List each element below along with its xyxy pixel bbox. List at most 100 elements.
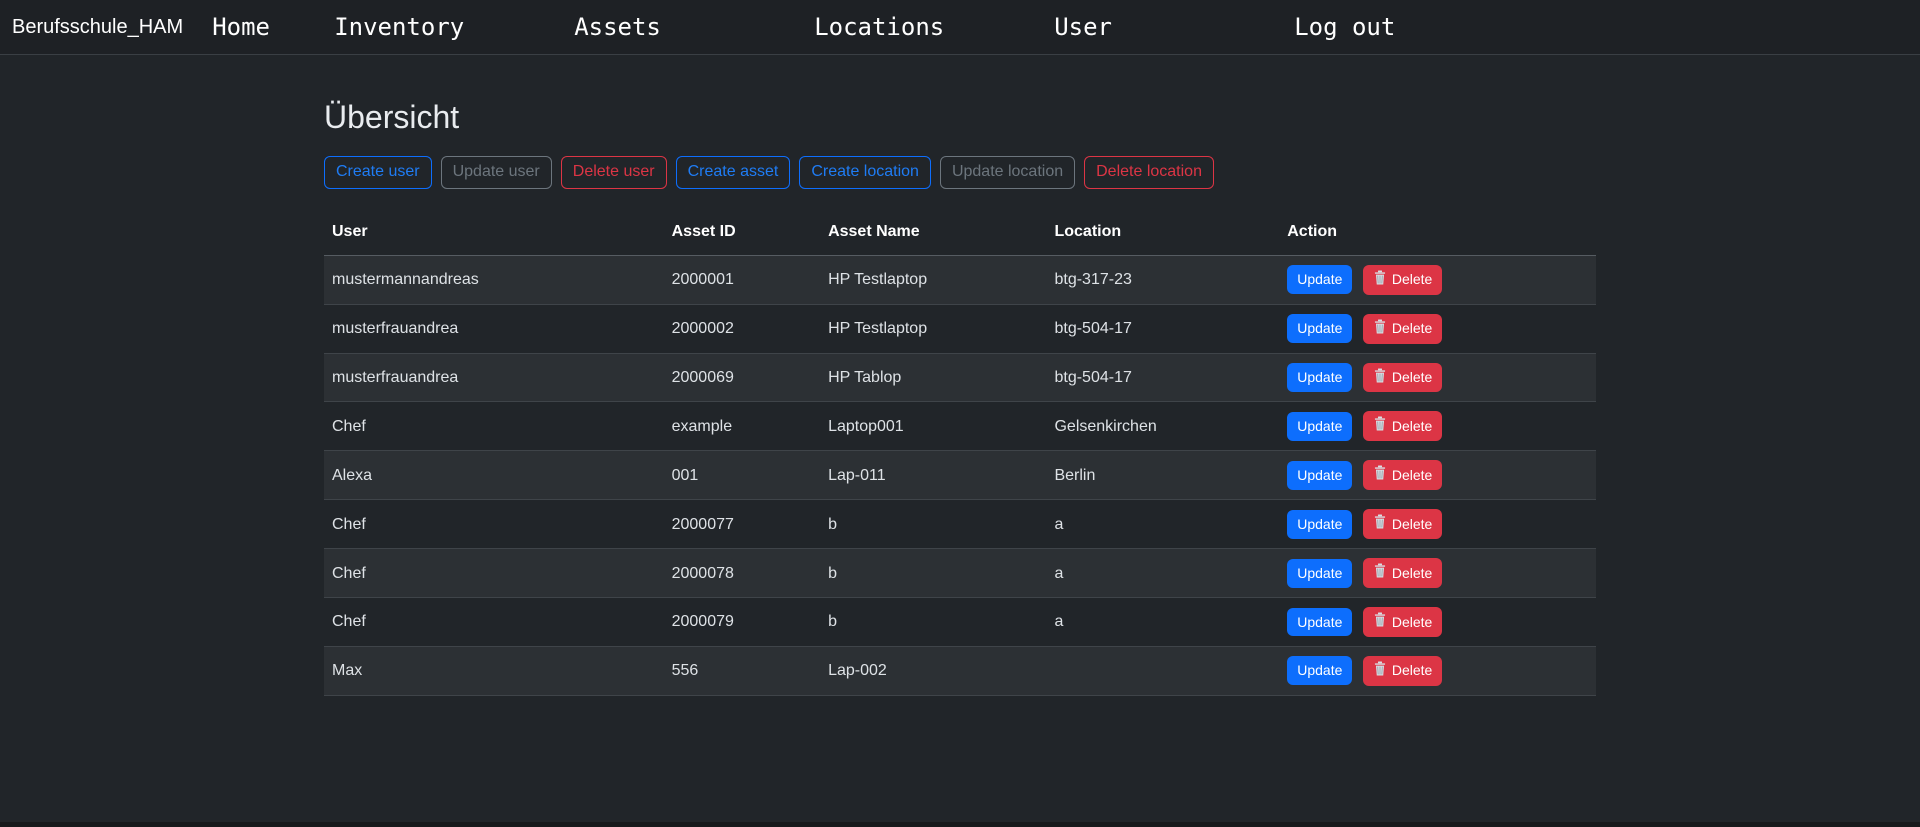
cell-user: Chef bbox=[324, 500, 664, 549]
column-header-asset-name: Asset Name bbox=[820, 215, 1046, 256]
table-row: musterfrauandrea 2000069 HP Tablop btg-5… bbox=[324, 353, 1596, 402]
delete-button[interactable]: Delete bbox=[1363, 607, 1442, 637]
nav-item-assets: Assets bbox=[574, 13, 814, 41]
table-row: Chef 2000078 b a Update Delete bbox=[324, 549, 1596, 598]
table-header-row: User Asset ID Asset Name Location Action bbox=[324, 215, 1596, 256]
create-asset-button[interactable]: Create asset bbox=[676, 156, 791, 189]
cell-action: Update Delete bbox=[1279, 646, 1596, 695]
cell-location: a bbox=[1046, 549, 1279, 598]
nav-link-log-out[interactable]: Log out bbox=[1294, 13, 1395, 41]
cell-asset-id: 2000078 bbox=[664, 549, 820, 598]
trash-icon bbox=[1373, 612, 1387, 632]
delete-button[interactable]: Delete bbox=[1363, 558, 1442, 588]
create-user-button[interactable]: Create user bbox=[324, 156, 432, 189]
nav-link-home[interactable]: Home bbox=[212, 13, 270, 41]
cell-action: Update Delete bbox=[1279, 304, 1596, 353]
toolbar: Create user Update user Delete user Create … bbox=[324, 156, 1596, 189]
navbar-brand[interactable]: Berufsschule_HAM bbox=[12, 16, 183, 39]
delete-location-button[interactable]: Delete location bbox=[1084, 156, 1214, 189]
trash-icon bbox=[1373, 368, 1387, 388]
delete-button[interactable]: Delete bbox=[1363, 411, 1442, 441]
delete-button[interactable]: Delete bbox=[1363, 363, 1442, 393]
cell-action: Update Delete bbox=[1279, 402, 1596, 451]
delete-button-label: Delete bbox=[1392, 466, 1432, 485]
delete-button[interactable]: Delete bbox=[1363, 460, 1442, 490]
cell-action: Update Delete bbox=[1279, 451, 1596, 500]
cell-asset-name: HP Testlaptop bbox=[820, 255, 1046, 304]
delete-button-label: Delete bbox=[1392, 368, 1432, 387]
column-header-asset-id: Asset ID bbox=[664, 215, 820, 256]
delete-button-label: Delete bbox=[1392, 417, 1432, 436]
delete-button[interactable]: Delete bbox=[1363, 656, 1442, 686]
nav-item-home: Home bbox=[212, 13, 334, 41]
cell-action: Update Delete bbox=[1279, 255, 1596, 304]
update-button[interactable]: Update bbox=[1287, 412, 1352, 441]
update-button[interactable]: Update bbox=[1287, 608, 1352, 637]
nav-link-assets[interactable]: Assets bbox=[574, 13, 661, 41]
create-location-button[interactable]: Create location bbox=[799, 156, 931, 189]
delete-button[interactable]: Delete bbox=[1363, 265, 1442, 295]
update-button[interactable]: Update bbox=[1287, 363, 1352, 392]
update-user-button[interactable]: Update user bbox=[441, 156, 552, 189]
cell-location: btg-504-17 bbox=[1046, 353, 1279, 402]
cell-user: Chef bbox=[324, 549, 664, 598]
delete-user-button[interactable]: Delete user bbox=[561, 156, 667, 189]
nav-list: Home Inventory Assets Locations User Log… bbox=[212, 13, 1534, 41]
cell-asset-name: Lap-002 bbox=[820, 646, 1046, 695]
page-title: Übersicht bbox=[324, 55, 1596, 136]
nav-link-locations[interactable]: Locations bbox=[814, 13, 944, 41]
column-header-action: Action bbox=[1279, 215, 1596, 256]
nav-item-log-out: Log out bbox=[1294, 13, 1534, 41]
update-button[interactable]: Update bbox=[1287, 656, 1352, 685]
cell-user: Chef bbox=[324, 598, 664, 647]
update-button[interactable]: Update bbox=[1287, 461, 1352, 490]
cell-action: Update Delete bbox=[1279, 353, 1596, 402]
delete-button-label: Delete bbox=[1392, 661, 1432, 680]
delete-button[interactable]: Delete bbox=[1363, 509, 1442, 539]
nav-item-locations: Locations bbox=[814, 13, 1054, 41]
trash-icon bbox=[1373, 270, 1387, 290]
nav-item-inventory: Inventory bbox=[334, 13, 574, 41]
main-content: Übersicht Create user Update user Delete u… bbox=[324, 55, 1596, 696]
cell-asset-name: HP Tablop bbox=[820, 353, 1046, 402]
trash-icon bbox=[1373, 563, 1387, 583]
nav-link-user[interactable]: User bbox=[1054, 13, 1112, 41]
cell-asset-name: HP Testlaptop bbox=[820, 304, 1046, 353]
cell-user: mustermannandreas bbox=[324, 255, 664, 304]
cell-user: Alexa bbox=[324, 451, 664, 500]
cell-location: Gelsenkirchen bbox=[1046, 402, 1279, 451]
trash-icon bbox=[1373, 465, 1387, 485]
cell-location: a bbox=[1046, 500, 1279, 549]
cell-asset-id: 2000079 bbox=[664, 598, 820, 647]
cell-location: Berlin bbox=[1046, 451, 1279, 500]
table-row: Chef 2000077 b a Update Delete bbox=[324, 500, 1596, 549]
delete-button-label: Delete bbox=[1392, 270, 1432, 289]
navbar: Berufsschule_HAM Home Inventory Assets L… bbox=[0, 0, 1920, 55]
cell-action: Update Delete bbox=[1279, 549, 1596, 598]
cell-asset-name: b bbox=[820, 549, 1046, 598]
delete-button-label: Delete bbox=[1392, 319, 1432, 338]
cell-location bbox=[1046, 646, 1279, 695]
delete-button-label: Delete bbox=[1392, 564, 1432, 583]
nav-link-inventory[interactable]: Inventory bbox=[334, 13, 464, 41]
cell-asset-id: 2000069 bbox=[664, 353, 820, 402]
column-header-location: Location bbox=[1046, 215, 1279, 256]
cell-user: Chef bbox=[324, 402, 664, 451]
trash-icon bbox=[1373, 319, 1387, 339]
table-row: Max 556 Lap-002 Update Delete bbox=[324, 646, 1596, 695]
delete-button-label: Delete bbox=[1392, 515, 1432, 534]
update-button[interactable]: Update bbox=[1287, 510, 1352, 539]
cell-asset-id: example bbox=[664, 402, 820, 451]
column-header-user: User bbox=[324, 215, 664, 256]
delete-button[interactable]: Delete bbox=[1363, 314, 1442, 344]
update-button[interactable]: Update bbox=[1287, 265, 1352, 294]
update-button[interactable]: Update bbox=[1287, 314, 1352, 343]
cell-asset-name: b bbox=[820, 598, 1046, 647]
cell-action: Update Delete bbox=[1279, 598, 1596, 647]
update-location-button[interactable]: Update location bbox=[940, 156, 1075, 189]
table-row: musterfrauandrea 2000002 HP Testlaptop b… bbox=[324, 304, 1596, 353]
delete-button-label: Delete bbox=[1392, 613, 1432, 632]
update-button[interactable]: Update bbox=[1287, 559, 1352, 588]
cell-asset-id: 001 bbox=[664, 451, 820, 500]
trash-icon bbox=[1373, 661, 1387, 681]
